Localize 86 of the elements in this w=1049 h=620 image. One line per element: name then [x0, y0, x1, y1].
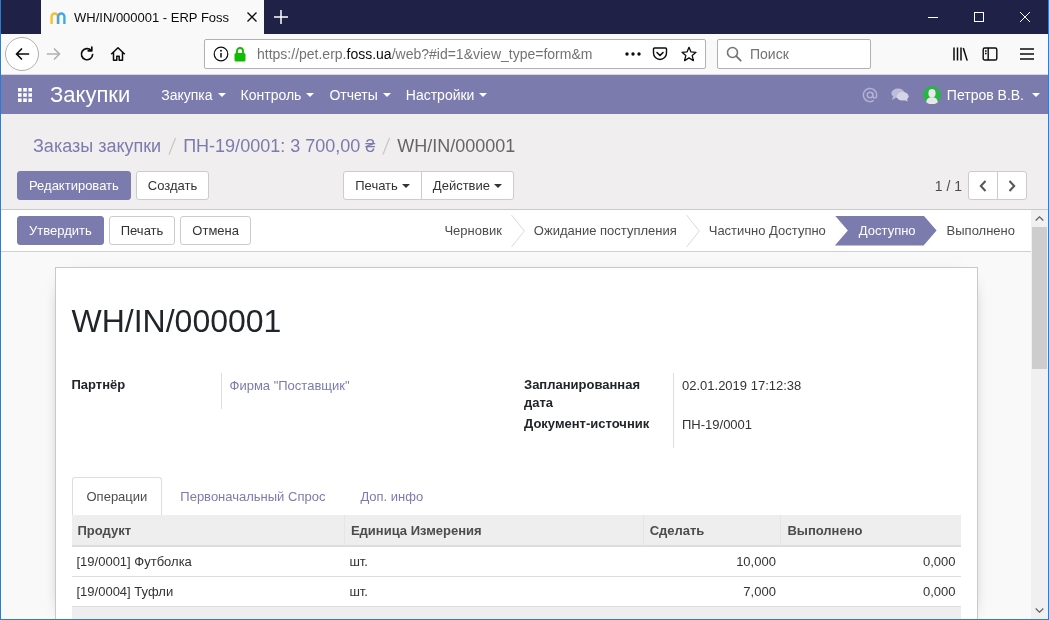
sidebar-icon[interactable] [982, 46, 998, 62]
caret-icon [479, 92, 488, 97]
table-cell: [19/0001] Футболка [71, 546, 345, 577]
menu-item[interactable]: Закупка [161, 86, 226, 103]
slash-separator-icon [381, 136, 392, 156]
action-button[interactable]: Печать [108, 216, 176, 245]
edit-button[interactable]: Редактировать [17, 171, 131, 200]
app-title: Закупки [50, 81, 131, 108]
form-tab[interactable]: Доп. инфо [342, 477, 441, 515]
search-field[interactable]: Поиск [717, 39, 871, 69]
slash-separator-icon [167, 136, 178, 156]
apps-grid-icon[interactable] [18, 87, 32, 102]
action-button[interactable]: Утвердить [17, 216, 104, 245]
caret-icon [382, 92, 391, 97]
column-header[interactable]: Продукт [71, 515, 345, 546]
close-icon[interactable] [1020, 12, 1030, 22]
action-button[interactable]: Отмена [180, 216, 251, 245]
new-tab-icon[interactable] [274, 10, 288, 24]
record-title: WH/IN/000001 [71, 302, 282, 340]
table-cell: шт. [344, 576, 644, 607]
more-icon[interactable] [625, 52, 641, 56]
caret-icon [306, 92, 315, 97]
url-text: https://pet.erp.foss.ua/web?#id=1&view_type=form&m [257, 46, 593, 62]
menu-item[interactable]: Настройки [405, 86, 488, 103]
address-bar[interactable]: https://pet.erp.foss.ua/web?#id=1&view_type=form&m [204, 39, 706, 69]
home-icon[interactable] [110, 46, 126, 62]
caret-icon [494, 183, 502, 188]
menu-item[interactable]: Контроль [240, 86, 315, 103]
field-label: Запланированная дата [524, 376, 641, 412]
status-stage: Черновик [443, 222, 503, 240]
field-value: ПН-19/0001 [682, 417, 753, 432]
status-stage: Доступно [834, 215, 937, 246]
avatar-icon [922, 85, 941, 104]
menu-item[interactable]: Отчеты [329, 86, 391, 103]
dropdown-button[interactable]: Печать [343, 171, 422, 200]
star-icon[interactable] [681, 46, 697, 62]
table-cell: [19/0004] Туфли [71, 576, 345, 607]
chevron-separator-icon [685, 214, 700, 247]
scroll-up-icon[interactable] [1035, 216, 1044, 221]
column-header[interactable]: Единица Измерения [344, 515, 644, 546]
form-tab[interactable]: Операции [71, 477, 163, 515]
chevron-shield-icon[interactable] [652, 46, 668, 62]
field-label: Партнёр [71, 376, 127, 394]
caret-icon [1032, 92, 1040, 97]
previous-button[interactable] [968, 171, 998, 200]
dropdown-button[interactable]: Действие [420, 171, 514, 200]
arrow-left-icon [14, 46, 30, 62]
field-label: Документ-источник [524, 415, 651, 433]
close-tab-icon[interactable] [247, 12, 257, 22]
status-stage: Частично Доступно [707, 222, 827, 240]
chevron-right-icon [1008, 179, 1016, 192]
library-icon[interactable] [952, 46, 970, 62]
status-stage: Ожидание поступления [532, 222, 678, 240]
field-value: 02.01.2019 17:12:38 [682, 378, 802, 393]
chat-bubbles-icon[interactable] [890, 87, 909, 102]
field-value[interactable]: Фирма "Поставщик" [229, 378, 350, 393]
maximize-icon[interactable] [974, 12, 984, 22]
table-cell: 7,000 [643, 576, 781, 607]
search-icon [726, 46, 742, 62]
table-cell: 10,000 [643, 546, 781, 577]
pager-value: 1 / 1 [934, 177, 962, 194]
reload-icon[interactable] [79, 46, 95, 62]
user-menu[interactable]: Петров В.В. [922, 85, 1040, 104]
menu-icon[interactable] [1019, 46, 1035, 62]
scroll-thumb[interactable] [1032, 227, 1047, 369]
status-stage: Выполнено [945, 222, 1016, 240]
table-cell: 0,000 [780, 546, 961, 577]
chevron-separator-icon [510, 214, 525, 247]
table-cell: шт. [344, 546, 644, 577]
column-header[interactable]: Выполнено [780, 515, 961, 546]
chevron-left-icon [979, 179, 987, 192]
form-tab[interactable]: Первоначальный Спрос [162, 477, 343, 515]
caret-icon [217, 92, 226, 97]
scrollbar[interactable] [1031, 210, 1048, 619]
column-header[interactable]: Сделать [643, 515, 781, 546]
caret-icon [401, 183, 410, 188]
table-cell: 0,000 [780, 576, 961, 607]
browser-tab[interactable]: WH/IN/000001 - ERP Foss [41, 0, 264, 34]
create-button[interactable]: Создать [135, 171, 210, 200]
back-button[interactable] [5, 37, 39, 71]
scroll-down-icon[interactable] [1035, 608, 1044, 613]
breadcrumb-current: WH/IN/000001 [397, 135, 516, 157]
site-logo-icon [50, 10, 66, 24]
breadcrumb-link[interactable]: Заказы закупки [33, 135, 162, 157]
next-button[interactable] [997, 171, 1027, 200]
info-icon[interactable] [213, 46, 229, 62]
